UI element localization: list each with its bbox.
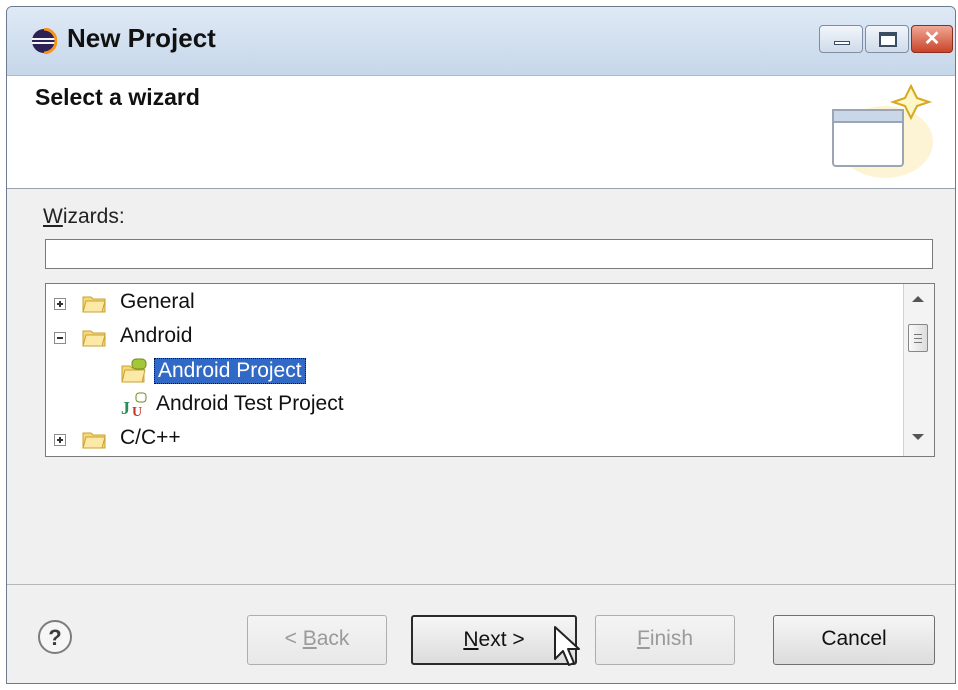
close-icon: ✕ bbox=[923, 28, 941, 50]
wizards-label: Wizards: bbox=[43, 205, 125, 228]
eclipse-icon bbox=[32, 28, 57, 54]
help-icon[interactable]: ? bbox=[37, 619, 73, 655]
footer-divider bbox=[7, 584, 955, 585]
expand-icon[interactable] bbox=[54, 298, 66, 310]
wizard-tree[interactable]: General Android Android Project J U Andr… bbox=[45, 283, 935, 457]
close-button[interactable]: ✕ bbox=[911, 25, 953, 53]
svg-text:U: U bbox=[132, 405, 142, 418]
minimize-icon bbox=[834, 41, 850, 45]
tree-scrollbar[interactable] bbox=[903, 284, 934, 456]
window-title: New Project bbox=[67, 23, 216, 53]
tree-item-label: Android Project bbox=[154, 358, 306, 384]
scroll-down-arrow-icon[interactable] bbox=[912, 434, 924, 440]
folder-icon bbox=[82, 296, 106, 313]
folder-icon bbox=[82, 330, 106, 347]
folder-icon bbox=[82, 432, 106, 449]
scrollbar-thumb[interactable] bbox=[908, 324, 928, 352]
svg-text:?: ? bbox=[48, 625, 61, 650]
mouse-cursor-icon bbox=[554, 626, 580, 666]
wizard-header: Select a wizard bbox=[7, 76, 955, 189]
maximize-icon bbox=[879, 32, 897, 47]
page-title: Select a wizard bbox=[35, 84, 200, 110]
minimize-button[interactable] bbox=[819, 25, 863, 53]
finish-button[interactable]: Finish bbox=[595, 615, 735, 665]
tree-item-label: Android Test Project bbox=[156, 392, 344, 415]
new-project-dialog: New Project ✕ Select a wizard Wizards: G… bbox=[6, 6, 956, 684]
tree-item-label: Android bbox=[120, 324, 193, 347]
tree-item-label: General bbox=[120, 290, 195, 313]
new-wizard-icon bbox=[832, 83, 933, 178]
wizard-filter-input[interactable] bbox=[45, 239, 933, 269]
android-project-icon bbox=[121, 358, 147, 383]
cancel-button[interactable]: Cancel bbox=[773, 615, 935, 665]
scroll-up-arrow-icon[interactable] bbox=[912, 296, 924, 302]
title-bar[interactable]: New Project ✕ bbox=[7, 7, 955, 76]
expand-icon[interactable] bbox=[54, 434, 66, 446]
maximize-button[interactable] bbox=[865, 25, 909, 53]
svg-text:J: J bbox=[121, 398, 130, 418]
collapse-icon[interactable] bbox=[54, 332, 66, 344]
back-button[interactable]: < Back bbox=[247, 615, 387, 665]
junit-icon: J U bbox=[121, 392, 147, 418]
tree-item-label: C/C++ bbox=[120, 426, 181, 449]
